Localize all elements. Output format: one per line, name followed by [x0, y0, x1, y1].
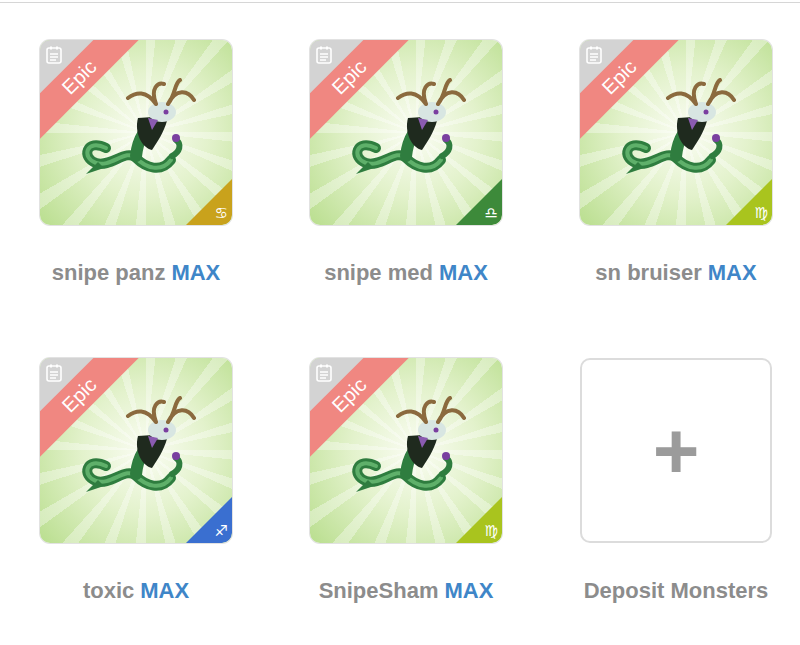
monster-card[interactable]: Epic♎: [310, 40, 502, 225]
dragon-icon: [76, 78, 206, 188]
notes-icon[interactable]: [586, 46, 602, 64]
top-rule: [0, 2, 800, 3]
zodiac-sign: ♍: [485, 522, 498, 540]
monster-slot: Epic♋ snipe panzMAX: [16, 40, 256, 358]
monster-name: SnipeSham: [319, 578, 439, 603]
zodiac-sign: ♋: [215, 204, 228, 222]
dragon-icon: [76, 396, 206, 506]
dragon-icon: [346, 78, 476, 188]
zodiac-sign: ♍: [755, 204, 768, 222]
notes-icon[interactable]: [46, 46, 62, 64]
monster-card[interactable]: Epic♐: [40, 358, 232, 543]
monster-label: SnipeShamMAX: [319, 578, 494, 604]
monster-slot: Epic♎ snipe medMAX: [286, 40, 526, 358]
monster-name: toxic: [83, 578, 134, 603]
notes-icon[interactable]: [316, 364, 332, 382]
monster-card[interactable]: Epic♍: [580, 40, 772, 225]
monster-card[interactable]: Epic♋: [40, 40, 232, 225]
deposit-button[interactable]: +: [580, 358, 772, 543]
monster-slot: Epic♍ SnipeShamMAX: [286, 358, 526, 645]
deposit-slot: + Deposit Monsters: [556, 358, 796, 645]
zodiac-sign: ♎: [485, 204, 498, 222]
monster-grid: Epic♋snipe panzMAXEpic♎snipe medMAXEpic♍…: [0, 3, 800, 645]
plus-icon: +: [653, 411, 700, 491]
max-badge: MAX: [140, 578, 189, 603]
monster-name: sn bruiser: [595, 260, 701, 285]
monster-slot: Epic♍ sn bruiser MAX: [556, 40, 796, 358]
deposit-label: Deposit Monsters: [584, 578, 769, 604]
zodiac-sign: ♐: [215, 522, 228, 540]
dragon-icon: [616, 78, 746, 188]
monster-name: snipe panz: [52, 260, 166, 285]
max-badge: MAX: [439, 260, 488, 285]
monster-label: snipe panzMAX: [52, 260, 221, 286]
max-badge: MAX: [171, 260, 220, 285]
dragon-icon: [346, 396, 476, 506]
notes-icon[interactable]: [316, 46, 332, 64]
monster-label: sn bruiser MAX: [595, 260, 756, 286]
monster-label: snipe medMAX: [324, 260, 488, 286]
max-badge: MAX: [708, 260, 757, 285]
monster-slot: Epic♐ toxicMAX: [16, 358, 256, 645]
monster-card[interactable]: Epic♍: [310, 358, 502, 543]
monster-label: toxicMAX: [83, 578, 189, 604]
notes-icon[interactable]: [46, 364, 62, 382]
monster-name: snipe med: [324, 260, 433, 285]
max-badge: MAX: [444, 578, 493, 603]
